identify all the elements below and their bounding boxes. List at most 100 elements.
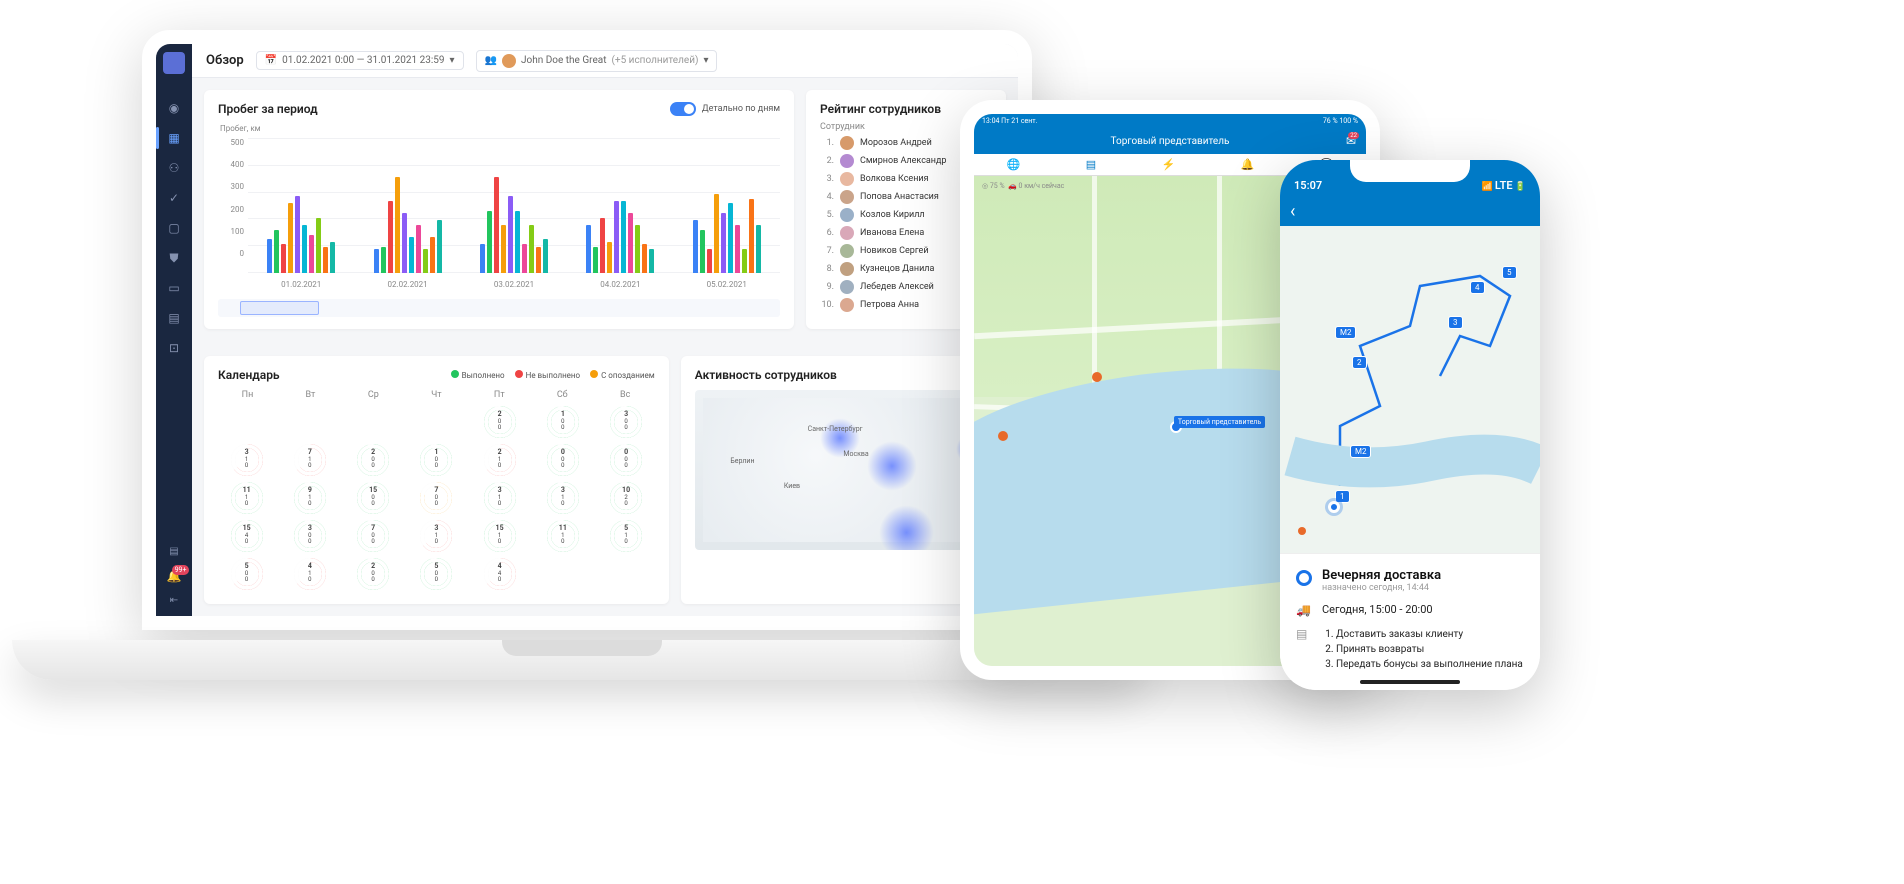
calendar-day[interactable]: 000 <box>547 444 579 476</box>
calendar-day[interactable]: 1540 <box>231 520 263 552</box>
metro-badge: М2 <box>1335 326 1356 339</box>
tablet-time: 13:04 Пт 21 сент. <box>982 117 1038 125</box>
calendar-day[interactable]: 910 <box>294 482 326 514</box>
map-poi <box>1298 527 1306 535</box>
notif-badge: 99+ <box>172 565 190 575</box>
calendar-day[interactable]: 310 <box>231 444 263 476</box>
toggle-switch[interactable] <box>670 102 696 116</box>
nav-dashboard-icon[interactable]: ▦ <box>166 130 182 146</box>
route-pin[interactable]: 3 <box>1448 316 1463 329</box>
nav-clipboard-icon[interactable]: ▭ <box>166 280 182 296</box>
calendar-day[interactable]: 200 <box>357 558 389 590</box>
calendar-day[interactable]: 1510 <box>484 520 516 552</box>
phone-map[interactable]: 1 2 3 4 5 М2 М2 <box>1280 226 1540 553</box>
topbar: Обзор 📅 01.02.2021 0:00 — 31.01.2021 23:… <box>192 44 1018 78</box>
dashboard: ◉ ▦ ⚇ ✓ ▢ ⛊ ▭ ▤ ⊡ ▤ 🔔99+ ⇤ <box>156 44 1018 616</box>
calendar-day[interactable]: 100 <box>420 444 452 476</box>
nav-map-icon[interactable]: ▢ <box>166 220 182 236</box>
laptop-screen: ◉ ▦ ⚇ ✓ ▢ ⛊ ▭ ▤ ⊡ ▤ 🔔99+ ⇤ <box>142 30 1032 630</box>
calendar-day[interactable]: 1110 <box>231 482 263 514</box>
card-calendar: Календарь Выполнено Не выполнено С опозд… <box>204 356 669 605</box>
calendar-legend: Выполнено Не выполнено С опозданием <box>451 370 655 380</box>
mileage-title: Пробег за период <box>218 102 318 116</box>
home-indicator[interactable] <box>1360 680 1460 684</box>
x-labels: 01.02.202102.02.202103.02.202104.02.2021… <box>248 280 780 289</box>
time-scrubber[interactable] <box>218 299 780 317</box>
calendar-day[interactable]: 100 <box>547 406 579 438</box>
hotspot <box>867 441 917 491</box>
scrubber-window[interactable] <box>240 301 319 315</box>
calendar-day[interactable]: 310 <box>547 482 579 514</box>
phone-notch <box>1350 160 1470 182</box>
sidebar: ◉ ▦ ⚇ ✓ ▢ ⛊ ▭ ▤ ⊡ ▤ 🔔99+ ⇤ <box>156 44 192 616</box>
tab-list-icon[interactable]: ▤ <box>1086 158 1096 171</box>
user-filter[interactable]: 👥 John Doe the Great (+5 исполнителей) ▾ <box>476 50 718 72</box>
calendar-day[interactable]: 300 <box>610 406 642 438</box>
tablet-mail-icon[interactable]: ✉22 <box>1346 134 1356 148</box>
calendar-day[interactable]: 1110 <box>547 520 579 552</box>
main-area: Обзор 📅 01.02.2021 0:00 — 31.01.2021 23:… <box>192 44 1018 616</box>
nav-more-icon[interactable]: ⊡ <box>166 340 182 356</box>
calendar-day[interactable]: 700 <box>420 482 452 514</box>
tab-energy-icon[interactable]: ⚡ <box>1161 158 1175 171</box>
map-poi[interactable] <box>998 431 1008 441</box>
route-pin[interactable]: 2 <box>1352 356 1367 369</box>
calendar-day[interactable]: 510 <box>610 520 642 552</box>
page-title: Обзор <box>206 53 244 68</box>
calendar-day[interactable]: 1020 <box>610 482 642 514</box>
user-extra: (+5 исполнителей) <box>611 55 698 66</box>
detail-toggle[interactable]: Детально по дням <box>670 102 780 116</box>
nav-profile-icon[interactable]: ◉ <box>166 100 182 116</box>
chat-icon[interactable]: ▤ <box>169 546 178 557</box>
activity-map[interactable]: Москва Санкт-Петербург Берлин Киев <box>695 390 992 550</box>
calendar-day[interactable]: 410 <box>294 558 326 590</box>
map-speed: 0 км/ч <box>1019 182 1040 190</box>
calendar-icon: 📅 <box>265 55 277 66</box>
notifications-icon[interactable]: 🔔99+ <box>167 569 182 583</box>
calendar-day[interactable]: 710 <box>294 444 326 476</box>
calendar-day[interactable]: 200 <box>357 444 389 476</box>
calendar-day[interactable]: 500 <box>420 558 452 590</box>
calendar-day[interactable]: 700 <box>357 520 389 552</box>
calendar-day[interactable]: 300 <box>294 520 326 552</box>
phone-screen: 15:07 📶 LTE 🔋 ‹ 1 2 3 4 5 М2 М2 В <box>1280 160 1540 690</box>
calendar-day[interactable]: 440 <box>484 558 516 590</box>
tab-globe-icon[interactable]: 🌐 <box>1007 158 1021 171</box>
calendar-day[interactable]: 310 <box>420 520 452 552</box>
truck-icon: 🚚 <box>1296 603 1312 617</box>
user-pin-label: Торговый представитель <box>1174 416 1265 428</box>
activity-title: Активность сотрудников <box>695 368 992 382</box>
card-mileage: Пробег за период Детально по дням Пробег… <box>204 90 794 329</box>
calendar-title: Календарь <box>218 368 280 382</box>
calendar-day[interactable]: 500 <box>231 558 263 590</box>
app-logo[interactable] <box>163 52 185 74</box>
calendar-day[interactable]: 1500 <box>357 482 389 514</box>
nav-users-icon[interactable]: ⚇ <box>166 160 182 176</box>
map-speed-label: сейчас <box>1042 182 1065 190</box>
map-city: Санкт-Петербург <box>808 425 863 433</box>
nav-report-icon[interactable]: ▤ <box>166 310 182 326</box>
calendar-day[interactable]: 310 <box>484 482 516 514</box>
task-steps: Доставить заказы клиентуПринять возвраты… <box>1322 627 1523 672</box>
avatar <box>502 54 516 68</box>
date-range-picker[interactable]: 📅 01.02.2021 0:00 — 31.01.2021 23:59 ▾ <box>256 51 464 70</box>
nav-shield-icon[interactable]: ⛊ <box>166 250 182 266</box>
back-icon[interactable]: ‹ <box>1290 201 1295 222</box>
nav-check-icon[interactable]: ✓ <box>166 190 182 206</box>
phone-navbar: ‹ <box>1280 196 1540 226</box>
user-name: John Doe the Great <box>521 55 606 66</box>
calendar-day[interactable]: 210 <box>484 444 516 476</box>
tablet-statusbar: 13:04 Пт 21 сент. 76 % 100 % <box>974 114 1366 128</box>
route-pin[interactable]: 4 <box>1470 281 1485 294</box>
tab-bell-icon[interactable]: 🔔 <box>1241 158 1255 171</box>
calendar-day[interactable]: 200 <box>484 406 516 438</box>
calendar-day[interactable]: 000 <box>610 444 642 476</box>
collapse-icon[interactable]: ⇤ <box>170 595 178 606</box>
route-pin[interactable]: 5 <box>1502 266 1517 279</box>
map-city: Берлин <box>730 457 754 465</box>
map-poi[interactable] <box>1092 372 1102 382</box>
task-time-window: Сегодня, 15:00 - 20:00 <box>1322 603 1433 616</box>
calendar-body: 200 100 300 310 710 200 100 210 000 000 1110 910 150… <box>218 406 655 590</box>
chevron-down-icon: ▾ <box>703 55 708 66</box>
plot-area: 01.02.202102.02.202103.02.202104.02.2021… <box>248 124 780 293</box>
